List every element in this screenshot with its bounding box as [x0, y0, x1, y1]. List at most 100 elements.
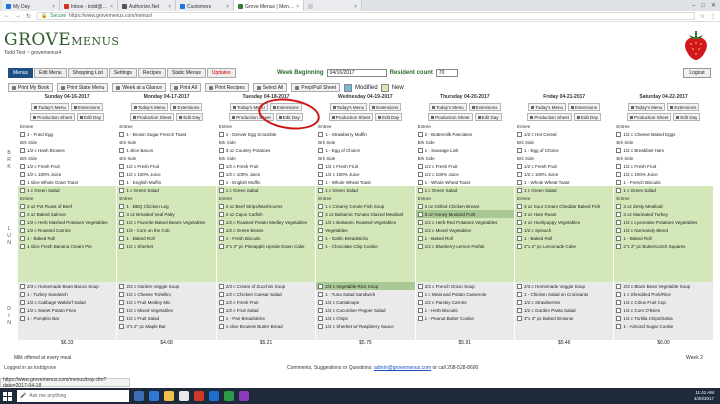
menu-item-checkbox[interactable]: [20, 219, 25, 225]
menu-item-checkbox[interactable]: [517, 187, 522, 193]
nav-tab[interactable]: Settings: [108, 68, 137, 78]
week-input[interactable]: 04/16/2017: [326, 69, 387, 77]
menu-item[interactable]: 2/3 c Vegetable Rice Soup: [316, 282, 415, 290]
menu-item-checkbox[interactable]: [119, 283, 125, 289]
menu-item-checkbox[interactable]: [20, 235, 25, 241]
menu-item[interactable]: 2/3 c Homemade Veggie Soup: [515, 282, 613, 290]
menu-item[interactable]: 2"x 2" pc Lemonade Cake: [515, 242, 613, 250]
menu-item[interactable]: 1/2 c Garden Pasta Salad: [515, 306, 613, 314]
menu-item[interactable]: 4 oz Hushpuppy Vegetables: [515, 218, 613, 226]
menu-item-checkbox[interactable]: [218, 203, 224, 209]
reload-icon[interactable]: ↻: [26, 13, 31, 20]
menu-item-checkbox[interactable]: [417, 235, 423, 241]
tab-close-icon[interactable]: ×: [354, 4, 357, 10]
menu-item[interactable]: 1/2 c Breakfast Ham: [614, 146, 712, 154]
browser-tab[interactable]: My Day ×: [2, 0, 60, 11]
menu-item-checkbox[interactable]: [417, 171, 423, 177]
menu-item[interactable]: 1 - Baked Roll: [416, 234, 514, 242]
menu-item-checkbox[interactable]: [218, 219, 224, 225]
menu-item[interactable]: 2 - Buttermilk Pancakes: [416, 130, 514, 138]
production-sheet-button[interactable]: Production Sheet: [328, 113, 374, 121]
menu-item[interactable]: 2/3 c French Onion Soup: [416, 282, 514, 290]
menu-item[interactable]: 1/2 c Fresh Fruit: [117, 162, 215, 170]
tab-close-icon[interactable]: ×: [226, 4, 229, 10]
toolbar-button[interactable]: Print All: [170, 83, 201, 92]
menu-item-checkbox[interactable]: [616, 163, 622, 169]
browser-tab[interactable]: Customers ×: [176, 0, 234, 11]
windows-start-icon[interactable]: [3, 391, 12, 401]
edit-day-button[interactable]: Edit Day: [673, 113, 701, 121]
menu-item[interactable]: 1/2 c Fresh Fruit: [217, 162, 315, 170]
clock[interactable]: 11:41 AM 4/20/2017: [694, 390, 720, 402]
menu-item-checkbox[interactable]: [20, 283, 25, 289]
nav-tab[interactable]: Shopping List: [67, 68, 108, 78]
grovemenus-logo[interactable]: GROVEMENUS: [4, 30, 119, 50]
menu-item[interactable]: 1 c Green Salad: [515, 186, 613, 194]
menu-item-checkbox[interactable]: [318, 235, 324, 241]
menu-item[interactable]: 1/2 c Roasted Potato Medley Vegetables: [217, 218, 315, 226]
edit-day-button[interactable]: Edit Day: [375, 113, 403, 121]
menu-item[interactable]: 1 - Almond Sugar Cookie: [614, 322, 712, 330]
menu-item-checkbox[interactable]: [517, 291, 522, 297]
menu-item-checkbox[interactable]: [517, 163, 522, 169]
menu-item[interactable]: 1/2 c Mixed Vegetables: [416, 226, 514, 234]
menu-item[interactable]: 1/2 c Fruit Salad: [117, 314, 215, 322]
menu-item[interactable]: 1 - Peanut Butter Cookie: [416, 314, 514, 322]
menu-item-checkbox[interactable]: [616, 187, 622, 193]
resident-count-input[interactable]: 70: [435, 69, 458, 77]
word-icon[interactable]: [209, 391, 219, 401]
menu-item-checkbox[interactable]: [218, 235, 224, 241]
menu-item-checkbox[interactable]: [119, 211, 125, 217]
menu-item[interactable]: 1 - Chicken Salad on Croissants: [515, 290, 613, 298]
menu-item[interactable]: 1 - Fried Egg: [18, 130, 116, 138]
menu-item-checkbox[interactable]: [119, 291, 125, 297]
menu-item[interactable]: 1/2 c 100% Juice: [614, 170, 712, 178]
menu-item-checkbox[interactable]: [119, 299, 125, 305]
menu-item-checkbox[interactable]: [417, 291, 423, 297]
menu-item-checkbox[interactable]: [616, 203, 622, 209]
toolbar-button[interactable]: Print State Menu: [57, 83, 109, 92]
tab-close-icon[interactable]: ×: [110, 4, 113, 10]
todays-menu-button[interactable]: Today's Menu: [31, 103, 69, 111]
menu-item[interactable]: 1/2 c 100% Juice: [316, 170, 414, 178]
menu-item-checkbox[interactable]: [318, 299, 324, 305]
menu-item-checkbox[interactable]: [20, 243, 25, 249]
menu-item[interactable]: 1/2 c Blueberry-Lemon Parfait: [416, 242, 514, 250]
menu-item-checkbox[interactable]: [517, 283, 522, 289]
menu-item-checkbox[interactable]: [318, 163, 324, 169]
menu-item-checkbox[interactable]: [20, 291, 25, 297]
edge-icon[interactable]: [149, 391, 159, 401]
menu-item-checkbox[interactable]: [218, 179, 224, 185]
menu-item-checkbox[interactable]: [20, 203, 25, 209]
menu-item-checkbox[interactable]: [517, 299, 522, 305]
menu-item-checkbox[interactable]: [119, 235, 125, 241]
menu-item[interactable]: 2/3 c Black Bean Vegetable Soup: [614, 282, 712, 290]
nav-tab[interactable]: Recipes: [137, 68, 166, 78]
extensions-button[interactable]: Extensions: [667, 103, 700, 111]
menu-item[interactable]: 1/2 c Herb Red Potatoes Vegetables: [416, 218, 514, 226]
menu-item-checkbox[interactable]: [318, 187, 324, 193]
menu-item-checkbox[interactable]: [517, 219, 522, 225]
edit-day-button[interactable]: Edit Day: [76, 113, 104, 121]
menu-item-checkbox[interactable]: [417, 147, 423, 153]
menu-item-checkbox[interactable]: [20, 211, 25, 217]
browser-tab[interactable]: Inbox - todd@grovemen...×: [60, 0, 118, 11]
menu-item-checkbox[interactable]: [20, 179, 25, 185]
extensions-button[interactable]: Extensions: [369, 103, 402, 111]
tab-close-icon[interactable]: ×: [52, 4, 55, 10]
menu-item-checkbox[interactable]: [119, 179, 125, 185]
menu-item-checkbox[interactable]: [119, 307, 125, 313]
production-sheet-button[interactable]: Production Sheet: [129, 113, 175, 121]
menu-item[interactable]: 1/2 c Balsamic Roasted Vegetables: [316, 218, 414, 226]
menu-item-checkbox[interactable]: [417, 219, 423, 225]
menu-item[interactable]: 1 c Green Salad: [416, 186, 514, 194]
menu-item-checkbox[interactable]: [318, 227, 324, 233]
menu-item[interactable]: 1/2 c Tortilla Chips/Salsa: [614, 314, 712, 322]
menu-item-checkbox[interactable]: [119, 323, 125, 329]
menu-item[interactable]: 3 oz Honey Mustard Pork: [415, 210, 514, 218]
menu-item[interactable]: 1 - English Muffin: [117, 178, 215, 186]
menu-item-checkbox[interactable]: [517, 227, 522, 233]
toolbar-button[interactable]: Select All: [252, 83, 288, 92]
menu-item[interactable]: 1 - Sausage Link: [416, 146, 514, 154]
menu-item[interactable]: 1/2 c Chicken Caesar Salad: [217, 290, 315, 298]
